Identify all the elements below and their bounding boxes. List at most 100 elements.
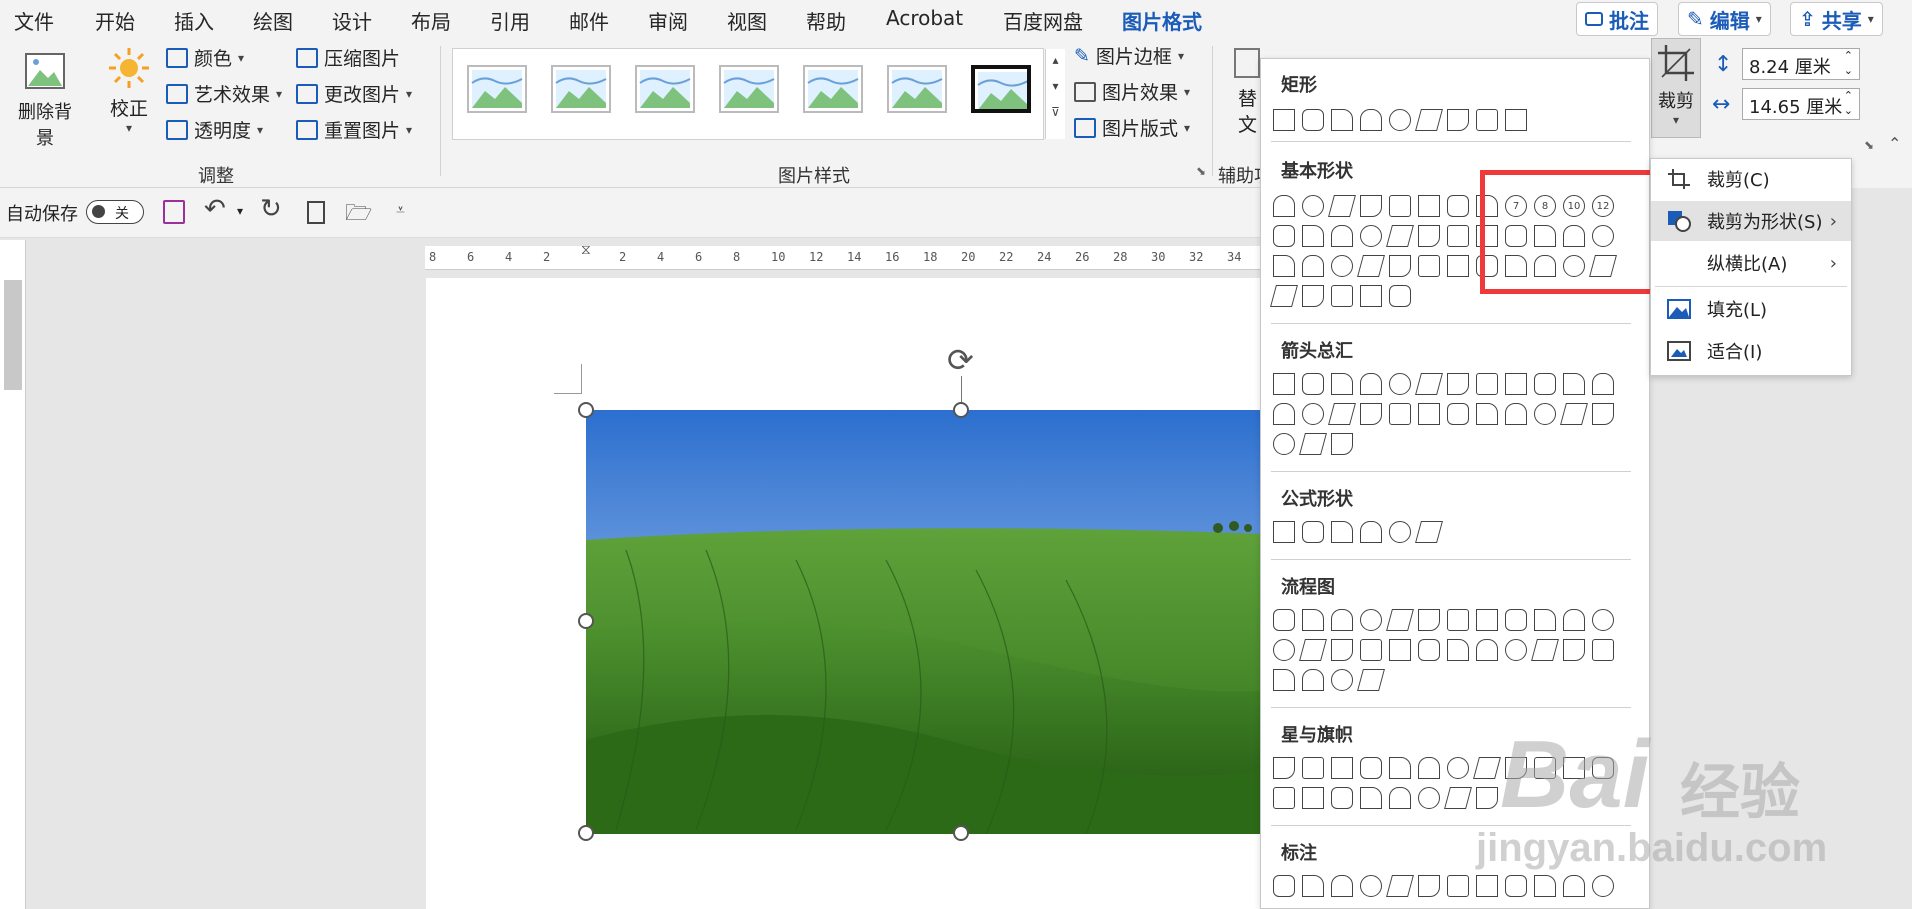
transparency-button[interactable]: 透明度 ▾ <box>166 116 263 143</box>
flowchart-shape[interactable] <box>1505 639 1527 661</box>
callout-shape[interactable] <box>1302 875 1324 897</box>
flowchart-shape[interactable] <box>1357 669 1385 691</box>
flowchart-shape[interactable] <box>1476 639 1498 661</box>
height-field[interactable]: 8.24 厘米 ⌃ ⌄ <box>1742 48 1860 80</box>
rectangle-shape[interactable] <box>1415 109 1443 131</box>
banner-shape[interactable] <box>1476 787 1498 809</box>
basic-shape[interactable] <box>1357 255 1385 277</box>
arrow-shape[interactable] <box>1505 373 1527 395</box>
picture-effects-button[interactable]: 图片效果 ▾ <box>1074 78 1190 105</box>
indent-marker-icon[interactable]: ⧖ <box>581 242 591 258</box>
horizontal-ruler[interactable]: 8 6 4 2 2 4 6 8 10 12 14 16 18 20 22 24 26 28 30 32 34 ⧖ <box>425 242 1265 270</box>
basic-shape[interactable] <box>1447 255 1469 277</box>
open-folder-icon[interactable]: 🗁 <box>345 196 372 234</box>
crop-button[interactable]: 裁剪 ▾ <box>1651 38 1701 138</box>
basic-shape[interactable] <box>1389 255 1411 277</box>
height-spinner[interactable]: ⌃ ⌄ <box>1844 48 1853 78</box>
flowchart-shape[interactable] <box>1592 609 1614 631</box>
tab-help[interactable]: 帮助 <box>806 6 846 35</box>
flowchart-shape[interactable] <box>1447 609 1469 631</box>
arrow-shape[interactable] <box>1302 403 1324 425</box>
flowchart-shape[interactable] <box>1447 639 1469 661</box>
flowchart-shape[interactable] <box>1476 609 1498 631</box>
rotate-handle-icon[interactable]: ⟳ <box>947 344 974 376</box>
arrow-shape[interactable] <box>1273 403 1295 425</box>
flowchart-shape[interactable] <box>1386 609 1414 631</box>
tab-picture-format[interactable]: 图片格式 <box>1122 6 1202 42</box>
arrow-shape[interactable] <box>1476 403 1498 425</box>
menu-item-aspect-ratio[interactable]: 纵横比(A) › <box>1651 243 1851 283</box>
tab-draw[interactable]: 绘图 <box>253 6 293 35</box>
basic-shape[interactable] <box>1386 225 1414 247</box>
tab-mailings[interactable]: 邮件 <box>569 6 609 35</box>
picture-layout-button[interactable]: 图片版式 ▾ <box>1074 114 1190 141</box>
flowchart-shape[interactable] <box>1273 669 1295 691</box>
picture-style-thumbnail[interactable] <box>803 65 863 113</box>
new-document-icon[interactable] <box>307 201 325 224</box>
basic-shape[interactable] <box>1328 195 1356 217</box>
flowchart-shape[interactable] <box>1531 639 1559 661</box>
tab-layout[interactable]: 布局 <box>411 6 451 35</box>
callout-shape[interactable] <box>1447 875 1469 897</box>
dialog-launcher-icon[interactable]: ⬊ <box>1196 164 1206 178</box>
flowchart-shape[interactable] <box>1563 639 1585 661</box>
rectangle-shape[interactable] <box>1389 109 1411 131</box>
picture-style-thumbnail[interactable] <box>971 65 1031 113</box>
picture-style-thumbnail[interactable] <box>635 65 695 113</box>
flowchart-shape[interactable] <box>1302 669 1324 691</box>
dialog-launcher-icon[interactable]: ⬊ <box>1864 138 1874 152</box>
banner-shape[interactable] <box>1302 787 1324 809</box>
tab-file[interactable]: 文件 <box>14 6 54 35</box>
arrow-shape[interactable] <box>1299 433 1327 455</box>
equation-shape[interactable] <box>1360 521 1382 543</box>
arrow-shape[interactable] <box>1476 373 1498 395</box>
bracket-shape[interactable] <box>1331 285 1353 307</box>
tab-acrobat[interactable]: Acrobat <box>886 6 963 30</box>
star-shape[interactable] <box>1302 757 1324 779</box>
bracket-shape[interactable] <box>1270 285 1298 307</box>
arrow-shape[interactable] <box>1534 403 1556 425</box>
rectangle-shape[interactable] <box>1273 109 1295 131</box>
remove-background-button[interactable]: 删除背景 <box>10 50 80 149</box>
rectangle-shape[interactable] <box>1302 109 1324 131</box>
callout-shape[interactable] <box>1592 875 1614 897</box>
flowchart-shape[interactable] <box>1299 639 1327 661</box>
flowchart-shape[interactable] <box>1360 639 1382 661</box>
star-shape[interactable] <box>1447 757 1469 779</box>
basic-shape[interactable] <box>1418 225 1440 247</box>
resize-handle-s[interactable] <box>953 825 969 841</box>
resize-handle-sw[interactable] <box>578 825 594 841</box>
picture-style-thumbnail[interactable] <box>551 65 611 113</box>
menu-item-fit[interactable]: 适合(I) <box>1651 331 1851 371</box>
equation-shape[interactable] <box>1331 521 1353 543</box>
callout-shape[interactable] <box>1273 875 1295 897</box>
banner-shape[interactable] <box>1273 787 1295 809</box>
basic-shape[interactable] <box>1273 225 1295 247</box>
star-shape[interactable] <box>1273 757 1295 779</box>
flowchart-shape[interactable] <box>1418 639 1440 661</box>
basic-shape[interactable] <box>1418 255 1440 277</box>
banner-shape[interactable] <box>1444 787 1472 809</box>
reset-picture-button[interactable]: 重置图片 ▾ <box>296 116 412 143</box>
comments-button[interactable]: 批注 <box>1576 2 1658 36</box>
arrow-shape[interactable] <box>1418 403 1440 425</box>
arrow-shape[interactable] <box>1273 373 1295 395</box>
flowchart-shape[interactable] <box>1389 639 1411 661</box>
callout-shape[interactable] <box>1360 875 1382 897</box>
flowchart-shape[interactable] <box>1563 609 1585 631</box>
rectangle-shape[interactable] <box>1331 109 1353 131</box>
autosave-toggle[interactable]: 关 <box>86 200 144 224</box>
arrow-shape[interactable] <box>1331 433 1353 455</box>
star-shape[interactable] <box>1331 757 1353 779</box>
flowchart-shape[interactable] <box>1302 609 1324 631</box>
flowchart-shape[interactable] <box>1273 639 1295 661</box>
callout-shape[interactable] <box>1418 875 1440 897</box>
banner-shape[interactable] <box>1360 787 1382 809</box>
corrections-button[interactable]: 校正 ▾ <box>104 46 154 156</box>
bracket-shape[interactable] <box>1360 285 1382 307</box>
banner-shape[interactable] <box>1418 787 1440 809</box>
picture-style-thumbnail[interactable] <box>467 65 527 113</box>
picture-styles-gallery[interactable]: ▴ ▾ ⊽ <box>452 48 1065 140</box>
basic-shape[interactable] <box>1360 225 1382 247</box>
alt-text-label-1[interactable]: 替 <box>1238 84 1257 111</box>
